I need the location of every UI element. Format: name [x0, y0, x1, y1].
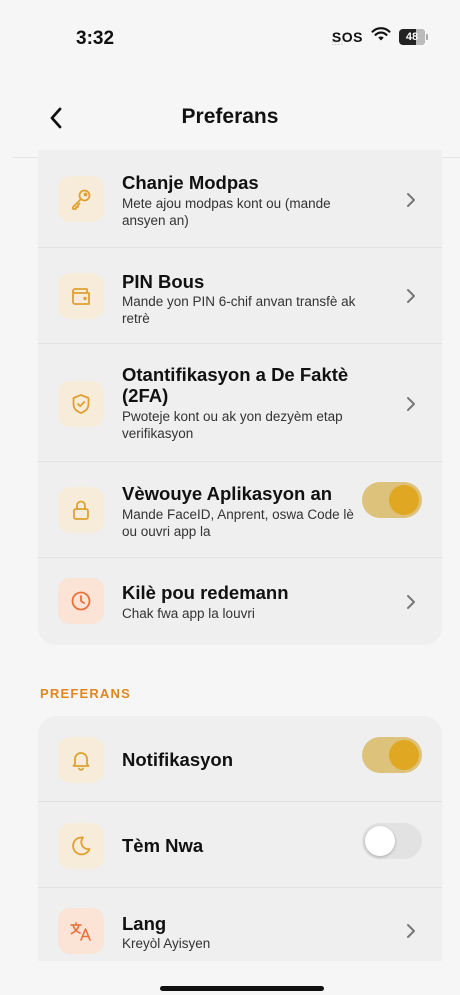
lock-icon — [58, 487, 104, 533]
toggle-knob — [389, 485, 419, 515]
section-header: PREFERANS — [40, 686, 131, 701]
row-title: Vèwouye Aplikasyon an — [122, 483, 333, 504]
wifi-icon — [371, 26, 391, 47]
dark-theme-row: Tèm Nwa — [38, 802, 442, 888]
app-lock-toggle[interactable] — [362, 482, 422, 518]
translate-icon — [58, 908, 104, 954]
page-title: Preferans — [181, 105, 279, 128]
dark-theme-toggle[interactable] — [362, 823, 422, 859]
status-bar: 3:32 SOS 48 — [0, 0, 460, 78]
wallet-pin-row[interactable]: PIN Bous Mande yon PIN 6-chif anvan tran… — [38, 248, 442, 344]
row-subtitle: Mande FaceID, Anprent, oswa Code lè ou o… — [122, 507, 354, 539]
row-title: Otantifikasyon a De Faktè (2FA) — [122, 364, 349, 406]
bell-icon — [58, 737, 104, 783]
row-subtitle: Pwoteje kont ou ak yon dezyèm etap verif… — [122, 409, 343, 441]
row-title: Lang — [122, 913, 167, 934]
nav-bar: Preferans — [0, 90, 460, 146]
battery-icon: 48 — [399, 28, 428, 45]
home-indicator — [160, 986, 324, 991]
row-subtitle: Kreyòl Ayisyen — [122, 936, 211, 951]
notifications-toggle[interactable] — [362, 737, 422, 773]
sos-indicator: SOS — [332, 29, 363, 47]
row-subtitle: Mete ajou modpas kont ou (mande ansyen a… — [122, 196, 331, 228]
clock-icon — [58, 578, 104, 624]
preferences-card: Notifikasyon Tèm Nwa Lang Kreyòl Ayisyen — [38, 716, 442, 961]
language-row[interactable]: Lang Kreyòl Ayisyen — [38, 888, 442, 961]
change-password-row[interactable]: Chanje Modpas Mete ajou modpas kont ou (… — [38, 150, 442, 248]
key-icon — [58, 176, 104, 222]
chevron-right-icon — [404, 394, 418, 414]
status-time: 3:32 — [76, 28, 115, 49]
wallet-icon — [58, 273, 104, 319]
shield-check-icon — [58, 381, 104, 427]
row-title: Kilè pou redemann — [122, 582, 289, 603]
app-lock-row: Vèwouye Aplikasyon an Mande FaceID, Anpr… — [38, 462, 442, 558]
battery-level: 48 — [405, 30, 419, 43]
moon-icon — [58, 823, 104, 869]
row-subtitle: Chak fwa app la louvri — [122, 606, 255, 621]
notifications-row: Notifikasyon — [38, 716, 442, 802]
toggle-knob — [389, 740, 419, 770]
security-card: Chanje Modpas Mete ajou modpas kont ou (… — [38, 150, 442, 645]
row-title: PIN Bous — [122, 271, 205, 292]
chevron-right-icon — [404, 592, 418, 612]
row-title: Notifikasyon — [122, 749, 234, 770]
chevron-right-icon — [404, 921, 418, 941]
two-factor-row[interactable]: Otantifikasyon a De Faktè (2FA) Pwoteje … — [38, 344, 442, 462]
row-subtitle: Mande yon PIN 6-chif anvan transfè ak re… — [122, 294, 356, 326]
chevron-right-icon — [404, 190, 418, 210]
chevron-right-icon — [404, 286, 418, 306]
toggle-knob — [365, 826, 395, 856]
row-title: Tèm Nwa — [122, 835, 204, 856]
row-title: Chanje Modpas — [122, 172, 259, 193]
status-icons: SOS 48 — [332, 26, 428, 47]
relock-timing-row[interactable]: Kilè pou redemann Chak fwa app la louvri — [38, 558, 442, 645]
